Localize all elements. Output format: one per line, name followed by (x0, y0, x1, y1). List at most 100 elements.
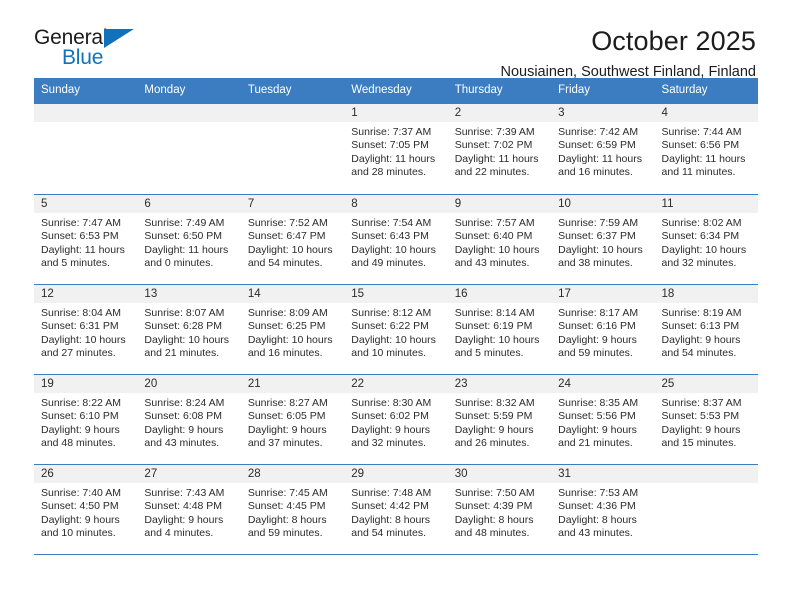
calendar-day-cell[interactable]: 6 Sunrise: 7:49 AM Sunset: 6:50 PM Daylight… (137, 194, 241, 284)
daylight-text: Daylight: 9 hours and 21 minutes. (558, 423, 637, 450)
day-details: Sunrise: 8:27 AM Sunset: 6:05 PM Daylight:… (241, 393, 344, 451)
sunset-text: Sunset: 5:59 PM (454, 410, 533, 423)
day-number: 17 (551, 284, 655, 303)
calendar-day-cell[interactable]: 25 Sunrise: 8:37 AM Sunset: 5:53 PM Dayligh… (654, 374, 758, 464)
weekday-header-wednesday: Wednesday (351, 84, 412, 96)
sunset-text: Sunset: 4:48 PM (144, 500, 223, 513)
calendar-day-cell[interactable]: 9 Sunrise: 7:57 AM Sunset: 6:40 PM Daylight… (447, 194, 552, 284)
calendar-day-cell[interactable]: 31 Sunrise: 7:53 AM Sunset: 4:36 PM Dayligh… (551, 464, 655, 554)
sunset-text: Sunset: 6:10 PM (41, 410, 119, 423)
calendar-day-cell-empty (34, 103, 138, 194)
daylight-text: Daylight: 8 hours and 43 minutes. (558, 513, 637, 540)
calendar-day-cell-empty (654, 464, 758, 554)
daylight-text: Daylight: 8 hours and 59 minutes. (247, 513, 327, 540)
daylight-text: Daylight: 11 hours and 5 minutes. (41, 243, 125, 270)
day-details: Sunrise: 8:30 AM Sunset: 6:02 PM Daylight:… (344, 393, 447, 451)
sunset-text: Sunset: 4:45 PM (247, 500, 326, 513)
day-number: 20 (137, 374, 241, 393)
calendar-week-row: 1 Sunrise: 7:37 AM Sunset: 7:05 PM Daylight… (34, 103, 758, 194)
daylight-text: Daylight: 8 hours and 54 minutes. (351, 513, 431, 540)
day-number: 16 (447, 284, 552, 303)
sunset-text: Sunset: 6:56 PM (661, 139, 740, 152)
calendar-day-cell[interactable]: 14 Sunrise: 8:09 AM Sunset: 6:25 PM Dayligh… (240, 284, 345, 374)
sunset-text: Sunset: 7:02 PM (454, 139, 533, 152)
sunrise-text: Sunrise: 7:49 AM (144, 216, 225, 229)
daylight-text: Daylight: 9 hours and 4 minutes. (144, 513, 224, 540)
daylight-text: Daylight: 9 hours and 26 minutes. (454, 423, 534, 450)
general-blue-logo[interactable]: General Blue (34, 26, 174, 76)
day-number: 6 (137, 194, 241, 213)
page-title: October 2025 (591, 26, 756, 56)
daylight-text: Daylight: 11 hours and 11 minutes. (661, 152, 746, 179)
day-details: Sunrise: 7:42 AM Sunset: 6:59 PM Daylight:… (551, 122, 654, 180)
calendar-day-cell[interactable]: 24 Sunrise: 8:35 AM Sunset: 5:56 PM Dayligh… (551, 374, 655, 464)
sunset-text: Sunset: 6:34 PM (661, 230, 740, 243)
day-number: 8 (344, 194, 448, 213)
sunset-text: Sunset: 6:25 PM (247, 320, 326, 333)
day-number (240, 103, 345, 122)
page-header: General Blue October 2025 Nousiainen, So… (0, 0, 792, 80)
sunset-text: Sunset: 6:59 PM (558, 139, 636, 152)
calendar-day-cell[interactable]: 10 Sunrise: 7:59 AM Sunset: 6:37 PM Dayligh… (551, 194, 655, 284)
sunrise-text: Sunrise: 7:59 AM (558, 216, 639, 229)
daylight-text: Daylight: 11 hours and 0 minutes. (144, 243, 229, 270)
calendar-day-cell[interactable]: 28 Sunrise: 7:45 AM Sunset: 4:45 PM Dayligh… (240, 464, 345, 554)
calendar-day-cell[interactable]: 4 Sunrise: 7:44 AM Sunset: 6:56 PM Daylight… (654, 103, 758, 194)
calendar-day-cell[interactable]: 30 Sunrise: 7:50 AM Sunset: 4:39 PM Dayligh… (447, 464, 552, 554)
calendar-day-cell[interactable]: 7 Sunrise: 7:52 AM Sunset: 6:47 PM Daylight… (240, 194, 345, 284)
day-details: Sunrise: 7:54 AM Sunset: 6:43 PM Daylight:… (344, 213, 447, 271)
sunset-text: Sunset: 6:53 PM (41, 230, 119, 243)
calendar-day-cell[interactable]: 12 Sunrise: 8:04 AM Sunset: 6:31 PM Dayligh… (34, 284, 138, 374)
calendar-page: General Blue October 2025 Nousiainen, So… (0, 0, 792, 612)
sunset-text: Sunset: 6:28 PM (144, 320, 223, 333)
sunrise-text: Sunrise: 8:37 AM (661, 396, 742, 409)
calendar-day-cell[interactable]: 27 Sunrise: 7:43 AM Sunset: 4:48 PM Dayligh… (137, 464, 241, 554)
calendar-day-cell[interactable]: 8 Sunrise: 7:54 AM Sunset: 6:43 PM Daylight… (344, 194, 448, 284)
calendar-day-cell[interactable]: 29 Sunrise: 7:48 AM Sunset: 4:42 PM Dayligh… (344, 464, 448, 554)
calendar-day-cell[interactable]: 19 Sunrise: 8:22 AM Sunset: 6:10 PM Dayligh… (34, 374, 138, 464)
day-details: Sunrise: 8:07 AM Sunset: 6:28 PM Daylight:… (137, 303, 240, 361)
calendar-day-cell[interactable]: 18 Sunrise: 8:19 AM Sunset: 6:13 PM Dayligh… (654, 284, 758, 374)
daylight-text: Daylight: 10 hours and 21 minutes. (144, 333, 230, 360)
calendar-day-cell[interactable]: 1 Sunrise: 7:37 AM Sunset: 7:05 PM Daylight… (344, 103, 448, 194)
calendar-day-cell[interactable]: 21 Sunrise: 8:27 AM Sunset: 6:05 PM Dayligh… (240, 374, 345, 464)
sunrise-text: Sunrise: 7:53 AM (558, 486, 639, 499)
day-number: 2 (447, 103, 552, 122)
sunset-text: Sunset: 6:22 PM (351, 320, 429, 333)
calendar-day-cell[interactable]: 17 Sunrise: 8:17 AM Sunset: 6:16 PM Dayligh… (551, 284, 655, 374)
calendar-day-cell-empty (240, 103, 345, 194)
sunrise-text: Sunrise: 7:47 AM (41, 216, 121, 229)
day-details: Sunrise: 8:02 AM Sunset: 6:34 PM Daylight:… (655, 213, 758, 271)
daylight-text: Daylight: 11 hours and 22 minutes. (454, 152, 539, 179)
calendar-day-cell[interactable]: 3 Sunrise: 7:42 AM Sunset: 6:59 PM Daylight… (551, 103, 655, 194)
calendar-day-cell[interactable]: 5 Sunrise: 7:47 AM Sunset: 6:53 PM Daylight… (34, 194, 138, 284)
calendar-day-cell[interactable]: 22 Sunrise: 8:30 AM Sunset: 6:02 PM Dayligh… (344, 374, 448, 464)
calendar-day-cell[interactable]: 13 Sunrise: 8:07 AM Sunset: 6:28 PM Dayligh… (137, 284, 241, 374)
calendar-day-cell[interactable]: 11 Sunrise: 8:02 AM Sunset: 6:34 PM Dayligh… (654, 194, 758, 284)
triangle-icon (104, 29, 134, 48)
calendar-day-cell[interactable]: 16 Sunrise: 8:14 AM Sunset: 6:19 PM Dayligh… (447, 284, 552, 374)
sunset-text: Sunset: 4:36 PM (558, 500, 636, 513)
day-number: 27 (137, 464, 241, 483)
sunset-text: Sunset: 7:05 PM (351, 139, 429, 152)
weekday-header-saturday: Saturday (661, 84, 708, 96)
day-details: Sunrise: 7:44 AM Sunset: 6:56 PM Daylight:… (655, 122, 758, 180)
calendar-day-cell[interactable]: 15 Sunrise: 8:12 AM Sunset: 6:22 PM Dayligh… (344, 284, 448, 374)
calendar-day-cell[interactable]: 2 Sunrise: 7:39 AM Sunset: 7:02 PM Daylight… (447, 103, 552, 194)
day-number: 19 (34, 374, 138, 393)
sunrise-text: Sunrise: 8:14 AM (454, 306, 535, 319)
sunrise-text: Sunrise: 8:12 AM (351, 306, 432, 319)
calendar-day-cell[interactable]: 23 Sunrise: 8:32 AM Sunset: 5:59 PM Dayligh… (447, 374, 552, 464)
logo-text-blue: Blue (62, 46, 104, 69)
day-details: Sunrise: 8:17 AM Sunset: 6:16 PM Daylight:… (551, 303, 654, 361)
sunrise-text: Sunrise: 7:45 AM (247, 486, 328, 499)
daylight-text: Daylight: 9 hours and 32 minutes. (351, 423, 431, 450)
day-details: Sunrise: 7:59 AM Sunset: 6:37 PM Daylight:… (551, 213, 654, 271)
sunrise-text: Sunrise: 8:22 AM (41, 396, 121, 409)
calendar-day-cell[interactable]: 26 Sunrise: 7:40 AM Sunset: 4:50 PM Dayligh… (34, 464, 138, 554)
day-number: 10 (551, 194, 655, 213)
calendar-day-cell[interactable]: 20 Sunrise: 8:24 AM Sunset: 6:08 PM Dayligh… (137, 374, 241, 464)
sunrise-text: Sunrise: 7:50 AM (454, 486, 535, 499)
weekday-header-sunday: Sunday (41, 84, 81, 96)
day-details: Sunrise: 7:47 AM Sunset: 6:53 PM Daylight:… (34, 213, 137, 271)
